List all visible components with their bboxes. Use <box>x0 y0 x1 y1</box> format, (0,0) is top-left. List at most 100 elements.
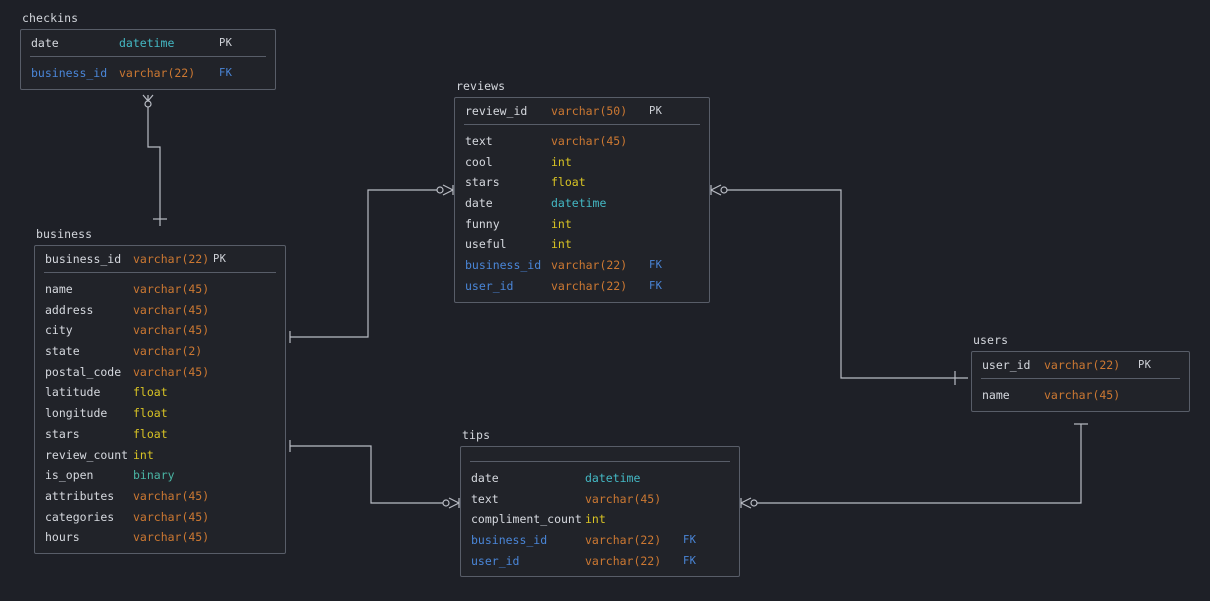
column-row[interactable]: stars float <box>455 172 709 193</box>
column-type: varchar(45) <box>551 134 628 148</box>
column-type: float <box>551 175 586 190</box>
column-type: varchar(22) <box>119 66 196 80</box>
column-name: funny <box>465 216 500 231</box>
column-row[interactable]: review_id varchar(50) PK <box>455 98 709 124</box>
column-type: varchar(22) <box>1044 358 1121 372</box>
column-row[interactable]: business_id varchar(22) FK <box>461 530 739 551</box>
column-row[interactable]: date datetime PK <box>21 30 275 56</box>
column-name: business_id <box>471 533 548 548</box>
column-type: datetime <box>585 471 641 485</box>
column-type: varchar(45) <box>133 364 210 379</box>
column-type: float <box>133 426 168 441</box>
foreign-key-badge: FK <box>683 534 697 547</box>
primary-key-badge: PK <box>219 37 233 49</box>
column-name: business_id <box>45 252 122 266</box>
relationship-business-reviews <box>289 184 454 343</box>
column-type: datetime <box>551 196 607 211</box>
column-row[interactable]: is_open binary <box>35 465 285 486</box>
entity-business[interactable]: business business_id varchar(22) PK name var… <box>34 228 286 554</box>
column-row[interactable]: name varchar(45) <box>972 385 1189 406</box>
column-row[interactable]: text varchar(45) <box>455 131 709 152</box>
column-type: varchar(22) <box>133 252 210 266</box>
column-name: date <box>465 196 493 211</box>
column-row[interactable]: useful int <box>455 234 709 255</box>
column-type: varchar(22) <box>585 533 662 548</box>
column-row[interactable]: latitude float <box>35 382 285 403</box>
column-type: int <box>133 447 154 462</box>
column-name: is_open <box>45 468 94 483</box>
column-type: int <box>585 512 606 527</box>
column-name: compliment_count <box>471 512 582 527</box>
entity-reviews[interactable]: reviews review_id varchar(50) PK text varcha… <box>454 80 710 303</box>
column-row[interactable]: user_id varchar(22) PK <box>972 352 1189 378</box>
column-type: varchar(45) <box>585 491 662 506</box>
column-type: datetime <box>119 36 175 50</box>
column-row[interactable]: compliment_count int <box>461 509 739 530</box>
entity-title-tips: tips <box>462 428 491 442</box>
column-row[interactable]: business_id varchar(22) PK <box>35 246 285 272</box>
column-row[interactable]: postal_code varchar(45) <box>35 362 285 383</box>
foreign-key-badge: FK <box>649 259 663 272</box>
column-row[interactable]: attributes varchar(45) <box>35 486 285 507</box>
column-row[interactable]: user_id varchar(22) FK <box>455 276 709 297</box>
column-name: user_id <box>982 358 1031 372</box>
relationship-reviews-users <box>710 184 968 385</box>
column-type: varchar(45) <box>133 302 210 317</box>
entity-box-tips: date datetime text varchar(45) compliment_co… <box>460 446 740 578</box>
column-row[interactable]: stars float <box>35 424 285 445</box>
column-row[interactable]: hours varchar(45) <box>35 527 285 548</box>
entity-checkins[interactable]: checkins date datetime PK business_id varcha… <box>20 12 276 90</box>
column-row[interactable]: business_id varchar(22) FK <box>21 63 275 84</box>
column-row[interactable]: business_id varchar(22) FK <box>455 255 709 276</box>
column-name: latitude <box>45 385 101 400</box>
entity-box-checkins: date datetime PK business_id varchar(22) FK <box>20 29 276 90</box>
entity-box-reviews: review_id varchar(50) PK text varchar(45) coo… <box>454 97 710 303</box>
column-name: business_id <box>465 258 542 273</box>
entity-box-users: user_id varchar(22) PK name varchar(45) <box>971 351 1190 412</box>
column-type: varchar(45) <box>133 282 210 296</box>
column-type: float <box>133 406 168 421</box>
column-row[interactable]: city varchar(45) <box>35 320 285 341</box>
column-name: cool <box>465 154 493 169</box>
column-row[interactable]: categories varchar(45) <box>35 507 285 528</box>
entity-title-users: users <box>973 333 1009 347</box>
column-type: varchar(22) <box>585 553 662 568</box>
primary-key-badge: PK <box>649 105 663 117</box>
entity-tips[interactable]: tips date datetime text varchar(45) complime… <box>460 428 740 578</box>
column-row[interactable]: name varchar(45) <box>35 279 285 300</box>
column-name: stars <box>45 426 80 441</box>
column-row[interactable]: cool int <box>455 152 709 173</box>
column-row[interactable]: longitude float <box>35 403 285 424</box>
entity-bottom-padding <box>21 84 275 89</box>
column-type: int <box>551 237 572 252</box>
er-diagram-canvas: checkins date datetime PK business_id varcha… <box>0 0 1210 601</box>
column-name: business_id <box>31 66 108 80</box>
column-type: varchar(45) <box>133 488 210 503</box>
column-name: review_count <box>45 447 129 462</box>
column-row[interactable]: review_count int <box>35 445 285 466</box>
column-name: stars <box>465 175 500 190</box>
column-row[interactable]: date datetime <box>455 193 709 214</box>
column-row[interactable]: funny int <box>455 214 709 235</box>
column-row[interactable]: date datetime <box>461 468 739 489</box>
column-row[interactable]: state varchar(2) <box>35 341 285 362</box>
entity-users[interactable]: users user_id varchar(22) PK name varchar(45… <box>971 334 1190 412</box>
column-name: postal_code <box>45 364 122 379</box>
column-row[interactable]: text varchar(45) <box>461 489 739 510</box>
column-row[interactable]: address varchar(45) <box>35 300 285 321</box>
column-type: varchar(45) <box>133 509 210 524</box>
column-name: review_id <box>465 104 528 118</box>
column-type: varchar(50) <box>551 104 628 118</box>
column-name: date <box>471 471 499 485</box>
entity-title-checkins: checkins <box>22 11 79 25</box>
relationship-checkins-business <box>142 94 167 226</box>
entity-bottom-padding <box>461 571 739 576</box>
column-row[interactable]: user_id varchar(22) FK <box>461 551 739 572</box>
foreign-key-badge: FK <box>219 67 233 79</box>
column-type: float <box>133 385 168 400</box>
column-type: varchar(45) <box>1044 388 1121 402</box>
entity-title-business: business <box>36 227 93 241</box>
column-name: text <box>465 134 493 148</box>
column-type: varchar(22) <box>551 258 628 273</box>
entity-empty-header-row <box>461 447 739 461</box>
